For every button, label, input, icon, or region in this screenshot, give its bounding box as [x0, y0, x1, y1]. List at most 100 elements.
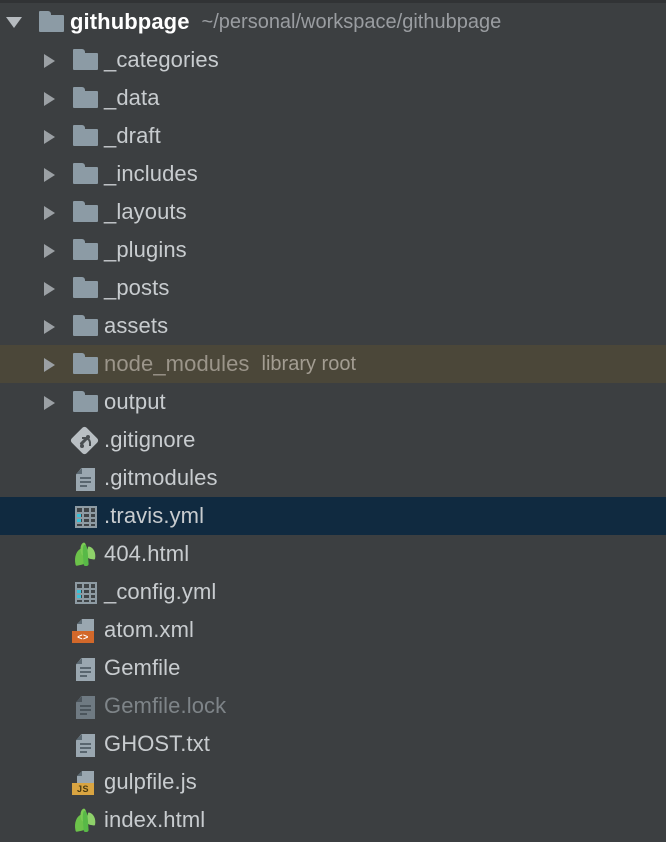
- tree-row-label: Gemfile: [104, 655, 181, 680]
- chevron-right-icon[interactable]: [34, 269, 68, 307]
- folder-icon: [71, 201, 101, 225]
- row-icon-slot: [68, 459, 104, 497]
- tree-rows-container: githubpage ~/personal/workspace/githubpa…: [0, 3, 666, 839]
- tree-row-gitignore[interactable]: .gitignore: [0, 421, 666, 459]
- tree-row-label: 404.html: [104, 541, 190, 566]
- folder-icon: [71, 315, 101, 339]
- tree-row-atom-xml[interactable]: <> atom.xml: [0, 611, 666, 649]
- tree-row-categories[interactable]: _categories: [0, 41, 666, 79]
- tree-row-label: .gitmodules: [104, 465, 218, 490]
- chevron-right-icon[interactable]: [34, 231, 68, 269]
- tree-row-data[interactable]: _data: [0, 79, 666, 117]
- row-icon-slot: [68, 421, 104, 459]
- yaml-file-icon: [71, 581, 101, 605]
- tree-row-label: gulpfile.js: [104, 769, 197, 794]
- folder-icon: [71, 49, 101, 73]
- tree-row-label: node_modules: [104, 351, 250, 376]
- html-file-icon: [71, 542, 101, 567]
- twisty-spacer: [34, 801, 68, 839]
- twisty-spacer: [34, 573, 68, 611]
- text-file-icon: [71, 657, 101, 681]
- js-file-icon: JS: [71, 771, 101, 795]
- twisty-spacer: [34, 459, 68, 497]
- xml-badge: <>: [72, 631, 94, 643]
- tree-row-404-html[interactable]: 404.html: [0, 535, 666, 573]
- tree-row-travis-yml[interactable]: .travis.yml: [0, 497, 666, 535]
- chevron-down-icon[interactable]: [0, 3, 34, 41]
- row-icon-slot: [68, 269, 104, 307]
- tree-row-draft[interactable]: _draft: [0, 117, 666, 155]
- tree-row-gulpfile-js[interactable]: JS gulpfile.js: [0, 763, 666, 801]
- row-icon-slot: [68, 231, 104, 269]
- chevron-right-icon[interactable]: [34, 383, 68, 421]
- row-icon-slot: [68, 193, 104, 231]
- row-icon-slot: JS: [68, 763, 104, 801]
- row-icon-slot: [68, 41, 104, 79]
- tree-row-label: _plugins: [104, 237, 187, 262]
- text-file-icon: [71, 733, 101, 757]
- tree-row-label: index.html: [104, 807, 206, 832]
- folder-icon: [71, 391, 101, 415]
- row-icon-slot: <>: [68, 611, 104, 649]
- row-icon-slot: [68, 383, 104, 421]
- tree-row-node-modules[interactable]: node_modules library root: [0, 345, 666, 383]
- js-badge: JS: [72, 783, 94, 795]
- twisty-spacer: [34, 497, 68, 535]
- tree-row-layouts[interactable]: _layouts: [0, 193, 666, 231]
- tree-row-label: githubpage: [70, 9, 190, 34]
- project-tree-panel[interactable]: githubpage ~/personal/workspace/githubpa…: [0, 0, 666, 842]
- tree-row-label: _categories: [104, 47, 219, 72]
- tree-child-rows: _categories _data _draft _includes _layouts _…: [0, 41, 666, 839]
- tree-row-gitmodules[interactable]: .gitmodules: [0, 459, 666, 497]
- chevron-right-icon[interactable]: [34, 41, 68, 79]
- tree-row-label: Gemfile.lock: [104, 693, 227, 718]
- twisty-spacer: [34, 421, 68, 459]
- tree-row-plugins[interactable]: _plugins: [0, 231, 666, 269]
- row-icon-slot: [68, 307, 104, 345]
- row-icon-slot: [68, 801, 104, 839]
- tree-row-posts[interactable]: _posts: [0, 269, 666, 307]
- tree-row-label: GHOST.txt: [104, 731, 211, 756]
- chevron-right-icon[interactable]: [34, 307, 68, 345]
- tree-row-root[interactable]: githubpage ~/personal/workspace/githubpa…: [0, 3, 666, 41]
- twisty-spacer: [34, 535, 68, 573]
- twisty-spacer: [34, 611, 68, 649]
- twisty-spacer: [34, 687, 68, 725]
- tree-row-label: output: [104, 389, 166, 414]
- folder-icon: [71, 87, 101, 111]
- folder-icon: [71, 163, 101, 187]
- folder-icon: [71, 125, 101, 149]
- tree-row-label: _layouts: [104, 199, 187, 224]
- folder-icon: [71, 277, 101, 301]
- text-file-icon: [71, 467, 101, 491]
- tree-row-config-yml[interactable]: _config.yml: [0, 573, 666, 611]
- folder-icon: [71, 239, 101, 263]
- html-file-icon: [71, 808, 101, 833]
- tree-row-assets[interactable]: assets: [0, 307, 666, 345]
- tree-row-includes[interactable]: _includes: [0, 155, 666, 193]
- tree-row-output[interactable]: output: [0, 383, 666, 421]
- yaml-file-icon: [71, 505, 101, 529]
- row-icon-slot: [68, 687, 104, 725]
- row-icon-slot: [68, 497, 104, 535]
- row-icon-slot: [68, 535, 104, 573]
- tree-row-index-html[interactable]: index.html: [0, 801, 666, 839]
- tree-row-label: atom.xml: [104, 617, 195, 642]
- tree-row-note: library root: [261, 353, 357, 375]
- tree-row-gemfile-lock[interactable]: Gemfile.lock: [0, 687, 666, 725]
- git-file-icon: [69, 425, 101, 456]
- folder-icon-slot: [34, 3, 70, 41]
- row-icon-slot: [68, 725, 104, 763]
- chevron-right-icon[interactable]: [34, 345, 68, 383]
- twisty-spacer: [34, 649, 68, 687]
- row-icon-slot: [68, 649, 104, 687]
- tree-row-ghost-txt[interactable]: GHOST.txt: [0, 725, 666, 763]
- chevron-right-icon[interactable]: [34, 193, 68, 231]
- chevron-right-icon[interactable]: [34, 117, 68, 155]
- tree-row-gemfile[interactable]: Gemfile: [0, 649, 666, 687]
- folder-icon: [71, 353, 101, 377]
- chevron-right-icon[interactable]: [34, 155, 68, 193]
- row-icon-slot: [68, 117, 104, 155]
- chevron-right-icon[interactable]: [34, 79, 68, 117]
- tree-row-label: _data: [104, 85, 160, 110]
